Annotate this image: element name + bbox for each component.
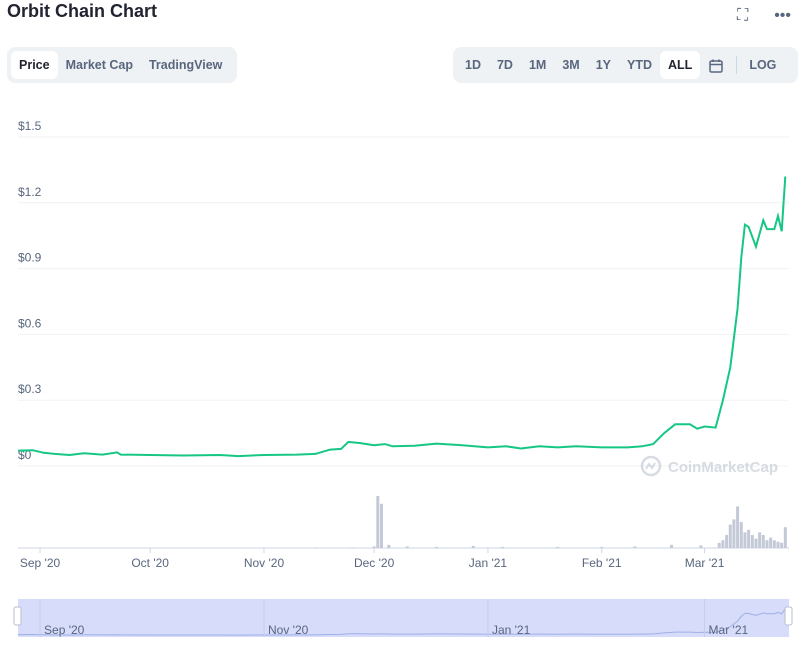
y-tick-label: $0.6	[18, 316, 42, 330]
volume-bar	[769, 537, 773, 548]
navigator-handle-left[interactable]	[13, 606, 22, 626]
volume-bar	[471, 545, 475, 548]
volume-bar	[600, 546, 604, 548]
volume-bar	[776, 541, 780, 548]
volume-bar	[728, 524, 732, 548]
volume-bar	[633, 546, 637, 548]
y-tick-label: $1.5	[18, 119, 42, 133]
navigator-range	[18, 599, 789, 637]
volume-bar	[721, 540, 725, 548]
x-tick-label: Dec '20	[354, 556, 395, 570]
volume-bar	[758, 532, 762, 548]
y-tick-label: $0.3	[18, 382, 42, 396]
volume-bar	[372, 546, 376, 548]
volume-bar	[670, 544, 674, 548]
x-tick-label: Sep '20	[20, 556, 61, 570]
volume-bar	[743, 532, 747, 548]
navigator-tick-label: Mar '21	[709, 623, 749, 637]
price-chart: $0$0.3$0.6$0.9$1.2$1.5 CoinMarketCap Sep…	[13, 119, 793, 637]
y-tick-label: $0.9	[18, 251, 42, 265]
volume-bar	[747, 529, 751, 548]
navigator-handle-right[interactable]	[784, 606, 793, 626]
volume-bar	[725, 535, 729, 548]
x-tick-label: Oct '20	[131, 556, 169, 570]
volume-bar	[435, 546, 439, 548]
volume-bar	[732, 519, 736, 548]
watermark-text: CoinMarketCap	[668, 459, 778, 476]
navigator[interactable]: Sep '20 Nov '20 Jan '21 Mar '21	[13, 599, 793, 637]
volume-bar	[783, 527, 787, 548]
volume-bar	[765, 540, 769, 548]
volume-bar	[754, 538, 758, 548]
navigator-tick-label: Jan '21	[492, 623, 531, 637]
volume-bar	[739, 522, 743, 548]
volume-bar	[405, 546, 409, 548]
x-tick-label: Jan '21	[469, 556, 508, 570]
volume-bar	[350, 547, 354, 549]
x-tick-label: Mar '21	[685, 556, 725, 570]
volume-bar	[717, 542, 721, 548]
x-tick-label: Feb '21	[582, 556, 622, 570]
volume-bar	[750, 535, 754, 548]
volume-bar	[772, 540, 776, 548]
volume-bar	[501, 546, 505, 548]
volume-bar	[387, 544, 391, 548]
y-tick-label: $1.2	[18, 185, 42, 199]
volume-bar	[376, 496, 380, 548]
navigator-tick-label: Sep '20	[44, 623, 85, 637]
volume-bar	[761, 535, 765, 548]
volume-bar	[556, 546, 560, 548]
x-tick-label: Nov '20	[244, 556, 285, 570]
volume-bar	[780, 542, 784, 548]
price-line	[17, 176, 787, 458]
volume-bar	[699, 545, 703, 548]
volume-bar	[379, 503, 383, 548]
volume-bar	[313, 547, 317, 549]
navigator-tick-label: Nov '20	[268, 623, 309, 637]
volume-bar	[736, 506, 740, 548]
